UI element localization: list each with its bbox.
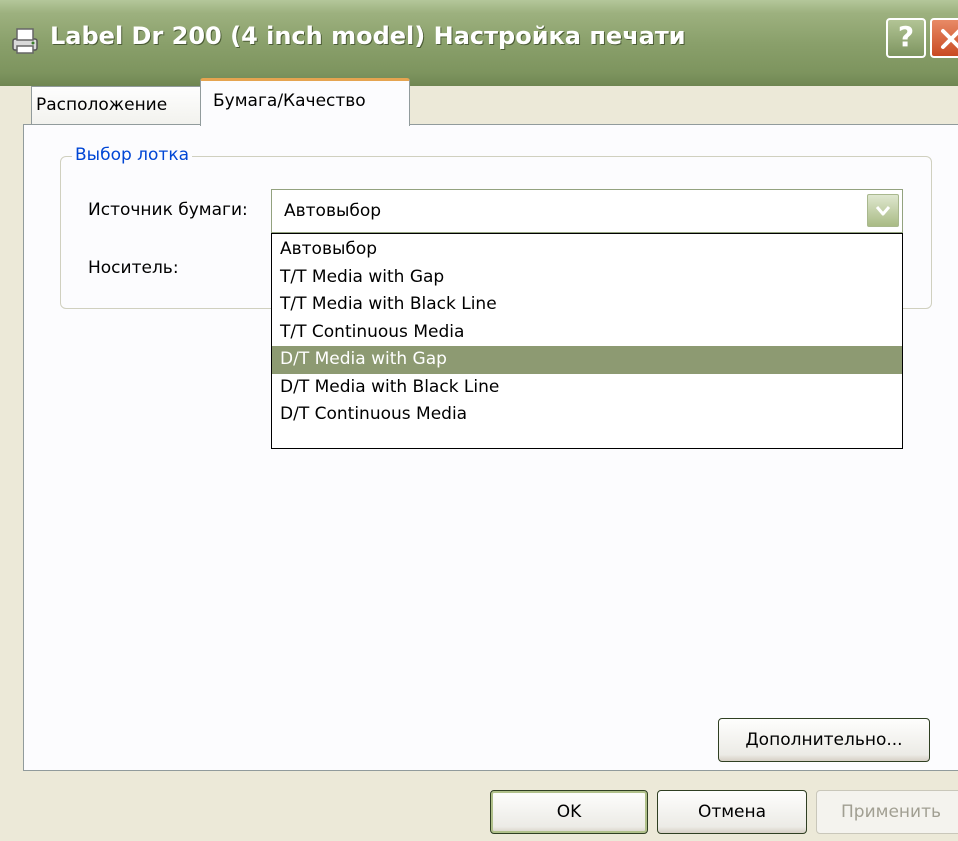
paper-source-select[interactable]: Автовыбор [271,189,903,233]
close-button[interactable] [930,18,958,58]
cancel-button[interactable]: Отмена [657,790,807,834]
paper-source-dropdown-list[interactable]: Автовыбор T/T Media with Gap T/T Media w… [271,233,903,449]
dropdown-option[interactable]: Автовыбор [272,236,902,264]
title-bar[interactable]: Label Dr 200 (4 inch model) Настройка пе… [0,0,958,86]
apply-button[interactable]: Применить [816,790,958,834]
close-icon [941,29,958,49]
help-button[interactable]: ? [886,18,926,58]
dropdown-option[interactable]: T/T Media with Gap [272,264,902,292]
dropdown-button[interactable] [867,194,899,227]
printer-icon [8,24,42,58]
dropdown-option[interactable]: D/T Continuous Media [272,401,902,429]
window-title: Label Dr 200 (4 inch model) Настройка пе… [50,22,686,50]
tab-paper-quality[interactable]: Бумага/Качество [200,78,410,126]
ok-button[interactable]: OK [490,790,648,834]
dropdown-option[interactable]: D/T Media with Black Line [272,374,902,402]
tab-layout[interactable]: Расположение [31,86,201,124]
paper-source-label: Источник бумаги: [88,200,248,220]
dropdown-option[interactable]: T/T Continuous Media [272,319,902,347]
dropdown-option-highlighted[interactable]: D/T Media with Gap [272,346,902,374]
dropdown-option[interactable]: T/T Media with Black Line [272,291,902,319]
group-legend: Выбор лотка [72,145,193,165]
paper-source-value: Автовыбор [284,201,382,221]
media-label: Носитель: [88,258,179,278]
chevron-down-icon [875,206,891,216]
advanced-button[interactable]: Дополнительно... [718,718,930,762]
